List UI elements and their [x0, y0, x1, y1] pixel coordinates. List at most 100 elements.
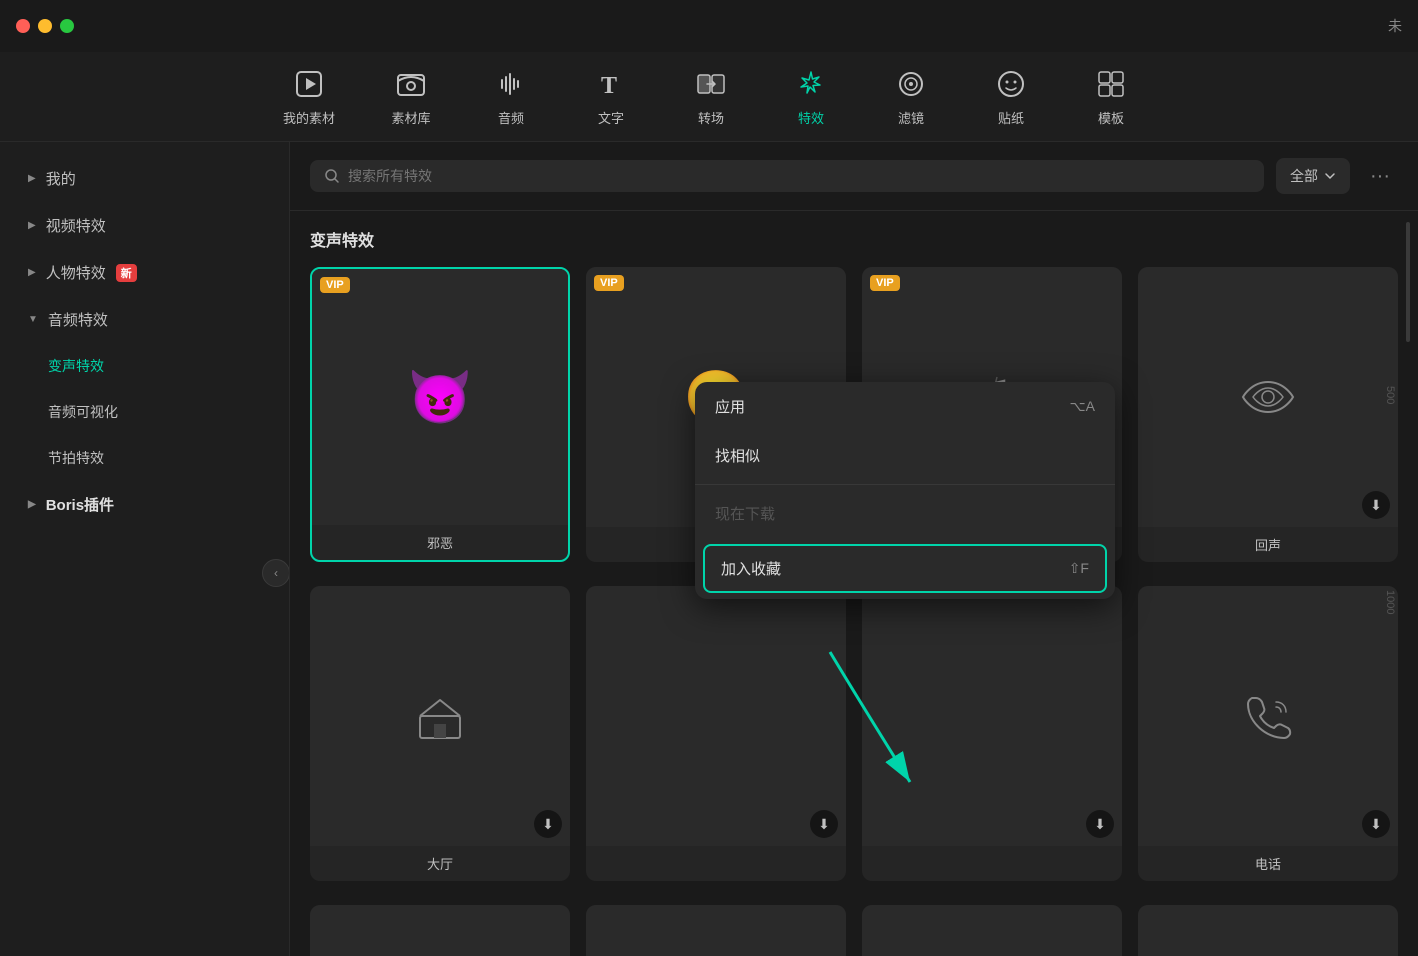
chevron-down-icon — [1324, 170, 1336, 182]
nav-effects-label: 特效 — [798, 108, 824, 127]
nav-material-lib-label: 素材库 — [391, 108, 430, 127]
nav-text[interactable]: T 文字 — [571, 58, 651, 135]
download-button[interactable]: ⬇ — [1086, 810, 1114, 838]
search-input-wrap[interactable] — [310, 160, 1264, 192]
sidebar-item-video-effects[interactable]: ▶ 视频特效 — [8, 203, 281, 248]
sidebar-item-voice-change[interactable]: 变声特效 — [8, 344, 281, 388]
nav-stickers[interactable]: 贴纸 — [971, 58, 1051, 135]
nav-transition[interactable]: 转场 — [671, 58, 751, 135]
effect-label-echo: 回声 — [1138, 527, 1398, 562]
filter-button[interactable]: 全部 — [1276, 158, 1350, 194]
apply-shortcut: ⌥A — [1070, 398, 1095, 415]
sidebar-collapse-button[interactable]: ‹ — [262, 559, 290, 587]
nav-filters-label: 滤镜 — [898, 108, 924, 127]
effect-thumb-phone: ⬇ — [1138, 586, 1398, 846]
effect-card-r2e2[interactable]: ⬇ — [586, 586, 846, 881]
effect-label-r2e2 — [586, 846, 846, 862]
nav-stickers-label: 贴纸 — [998, 108, 1024, 127]
effect-card-male[interactable]: ⬇ 男声 — [1138, 905, 1398, 956]
vip-badge: VIP — [320, 277, 350, 293]
effects-icon — [793, 66, 829, 102]
sidebar-my-label: 我的 — [46, 168, 76, 189]
download-button[interactable]: ⬇ — [1362, 491, 1390, 519]
sidebar-audio-effects-label: 音频特效 — [48, 309, 108, 330]
effect-card-echo[interactable]: ⬇ 回声 — [1138, 267, 1398, 562]
effect-label-evil: 邪恶 — [312, 525, 568, 560]
sidebar-item-character-effects[interactable]: ▶ 人物特效 新 — [8, 250, 281, 295]
download-label: 现在下载 — [715, 503, 775, 524]
sidebar-item-boris[interactable]: ▶ Boris插件 — [8, 482, 281, 527]
download-button[interactable]: ⬇ — [1362, 810, 1390, 838]
effect-card-evil[interactable]: 😈 VIP 邪恶 — [310, 267, 570, 562]
context-menu: 应用 ⌥A 找相似 现在下载 加入收藏 ⇧F — [695, 382, 1115, 599]
context-menu-download: 现在下载 — [695, 489, 1115, 538]
arrow-icon: ▶ — [28, 220, 36, 231]
audio-icon — [493, 66, 529, 102]
nav-my-material[interactable]: 我的素材 — [267, 58, 351, 135]
nav-templates[interactable]: 模板 — [1071, 58, 1151, 135]
transition-icon — [693, 66, 729, 102]
templates-icon — [1093, 66, 1129, 102]
effects-grid-row3: ⬇ 传统机器人 ⬇ AI机器人 — [310, 905, 1398, 956]
top-nav: 我的素材 素材库 音频 T 文字 — [0, 52, 1418, 142]
phone-icon — [1238, 686, 1298, 746]
effect-label-r2e3 — [862, 846, 1122, 862]
scrollbar-track[interactable] — [1406, 222, 1410, 342]
edge-number-1000: 1000 — [1384, 590, 1396, 614]
my-material-icon — [291, 66, 327, 102]
sidebar-item-audio-visual[interactable]: 音频可视化 — [8, 390, 281, 434]
edge-number-500: 500 — [1384, 386, 1396, 404]
sidebar-audio-visual-label: 音频可视化 — [48, 402, 118, 422]
svg-text:T: T — [601, 73, 617, 99]
download-button[interactable]: ⬇ — [534, 810, 562, 838]
effect-thumb-echo: ⬇ — [1138, 267, 1398, 527]
nav-my-material-label: 我的素材 — [283, 108, 335, 127]
effect-card-hall[interactable]: ⬇ 大厅 — [310, 586, 570, 881]
apply-label: 应用 — [715, 396, 745, 417]
effect-card-ai-robot[interactable]: ⬇ AI机器人 — [586, 905, 846, 956]
stickers-icon — [993, 66, 1029, 102]
sidebar-item-my[interactable]: ▶ 我的 — [8, 156, 281, 201]
search-input[interactable] — [348, 168, 1250, 184]
effect-thumb-hall: ⬇ — [310, 586, 570, 846]
maximize-button[interactable] — [60, 19, 74, 33]
sidebar-boris-label: Boris插件 — [46, 494, 114, 515]
nav-templates-label: 模板 — [1098, 108, 1124, 127]
effect-thumb-robot: ⬇ — [310, 905, 570, 956]
effect-card-child[interactable]: ⬇ 小孩声 — [862, 905, 1122, 956]
more-icon: ··· — [1370, 165, 1390, 187]
effects-grid-row2: ⬇ 大厅 ⬇ ⬇ — [310, 586, 1398, 881]
echo-icon — [1233, 372, 1303, 422]
effect-card-r2e3[interactable]: ⬇ — [862, 586, 1122, 881]
nav-text-label: 文字 — [598, 108, 624, 127]
titlebar-text: 未 — [1388, 16, 1402, 36]
effect-thumb-r2e3: ⬇ — [862, 586, 1122, 846]
nav-material-lib[interactable]: 素材库 — [371, 58, 451, 135]
vip-badge: VIP — [870, 275, 900, 291]
effect-card-robot[interactable]: ⬇ 传统机器人 — [310, 905, 570, 956]
sidebar-item-beat-effects[interactable]: 节拍特效 — [8, 436, 281, 480]
more-button[interactable]: ··· — [1362, 161, 1398, 192]
download-button[interactable]: ⬇ — [810, 810, 838, 838]
effect-thumb-child: ⬇ — [862, 905, 1122, 956]
nav-transition-label: 转场 — [698, 108, 724, 127]
section-title-voice-change: 变声特效 — [310, 227, 1398, 251]
close-button[interactable] — [16, 19, 30, 33]
hall-icon — [410, 686, 470, 746]
context-menu-add-favorite[interactable]: 加入收藏 ⇧F — [703, 544, 1107, 593]
find-similar-label: 找相似 — [715, 445, 760, 466]
filter-label: 全部 — [1290, 166, 1318, 186]
context-menu-find-similar[interactable]: 找相似 — [695, 431, 1115, 480]
effect-card-phone[interactable]: ⬇ 电话 — [1138, 586, 1398, 881]
effect-thumb-ai-robot: ⬇ — [586, 905, 846, 956]
nav-audio[interactable]: 音频 — [471, 58, 551, 135]
text-icon: T — [593, 66, 629, 102]
nav-filters[interactable]: 滤镜 — [871, 58, 951, 135]
sidebar-video-effects-label: 视频特效 — [46, 215, 106, 236]
nav-effects[interactable]: 特效 — [771, 58, 851, 135]
minimize-button[interactable] — [38, 19, 52, 33]
content-area: 全部 ··· 变声特效 😈 VIP 邪恶 — [290, 142, 1418, 956]
effect-label-hall: 大厅 — [310, 846, 570, 881]
context-menu-apply[interactable]: 应用 ⌥A — [695, 382, 1115, 431]
sidebar-item-audio-effects[interactable]: ▼ 音频特效 — [8, 297, 281, 342]
